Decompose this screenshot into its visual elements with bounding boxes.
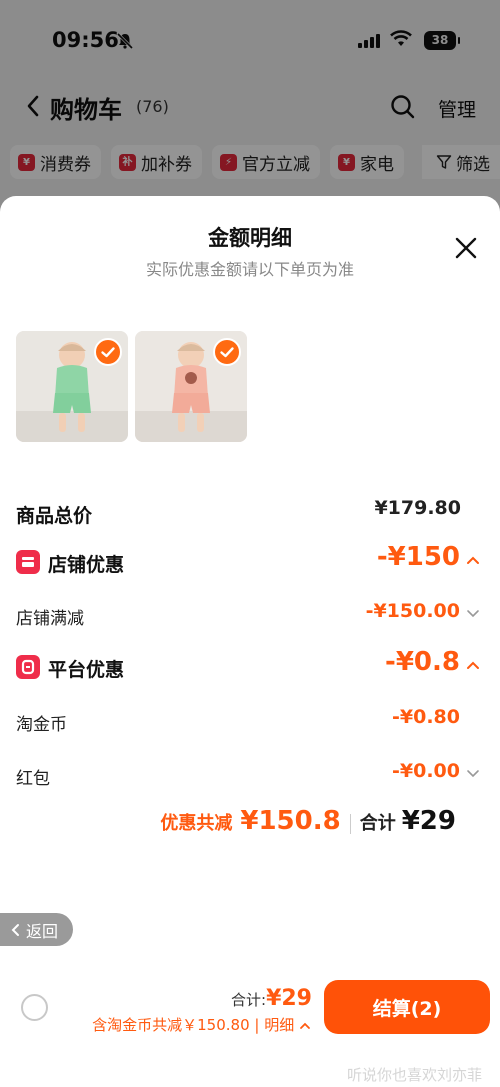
close-icon[interactable] bbox=[454, 236, 478, 260]
store-full-reduce-label: 店铺满减 bbox=[16, 609, 84, 629]
platform-discount-value: -¥0.8 bbox=[385, 647, 460, 677]
product-thumbnail[interactable] bbox=[135, 331, 247, 442]
chevron-up-icon bbox=[300, 1022, 310, 1029]
platform-discount-label: 平台优惠 bbox=[48, 659, 125, 681]
red-packet-label: 红包 bbox=[16, 769, 50, 789]
chevron-up-icon bbox=[467, 661, 479, 669]
red-packet-value: -¥0.00 bbox=[392, 760, 460, 782]
checkout-button[interactable]: 结算(2) bbox=[324, 980, 490, 1034]
back-label: 返回 bbox=[26, 921, 59, 941]
checked-icon bbox=[213, 338, 241, 366]
checkout-bar: 合计: ¥29 含淘金币共减￥150.80 | 明细 结算(2) 听说你也喜欢刘… bbox=[0, 956, 500, 1087]
savings-text: 含淘金币共减￥150.80 | 明细 bbox=[92, 1016, 295, 1034]
chevron-up-icon bbox=[467, 556, 479, 564]
store-icon bbox=[16, 550, 40, 574]
store-discount-row[interactable]: 店铺优惠 -¥150 bbox=[16, 542, 484, 582]
total-value: ¥29 bbox=[401, 806, 456, 836]
store-full-reduce-value: -¥150.00 bbox=[365, 600, 460, 622]
goods-total-value: ¥179.80 bbox=[374, 497, 461, 519]
bottom-total: 合计: ¥29 bbox=[231, 986, 312, 1011]
product-thumbnail[interactable] bbox=[16, 331, 128, 442]
red-packet-row[interactable]: 红包 -¥0.00 bbox=[16, 756, 484, 796]
taojinbi-label: 淘金币 bbox=[16, 715, 67, 735]
summary-line: 优惠共减 ¥150.8 合计 ¥29 bbox=[160, 806, 456, 842]
selected-items bbox=[16, 331, 247, 442]
sheet-subtitle: 实际优惠金额请以下单页为准 bbox=[145, 260, 354, 279]
checked-icon bbox=[94, 338, 122, 366]
back-pill-button[interactable]: 返回 bbox=[0, 913, 73, 946]
chevron-left-icon bbox=[11, 923, 19, 936]
store-full-reduce-row[interactable]: 店铺满减 -¥150.00 bbox=[16, 596, 484, 636]
savings-detail-link[interactable]: 含淘金币共减￥150.80 | 明细 bbox=[92, 1014, 311, 1035]
platform-discount-row[interactable]: 平台优惠 -¥0.8 bbox=[16, 647, 484, 687]
bottom-total-value: ¥29 bbox=[266, 986, 312, 1011]
store-discount-label: 店铺优惠 bbox=[48, 554, 125, 576]
watermark: 听说你也喜欢刘亦菲 bbox=[346, 1066, 482, 1084]
total-discount-value: ¥150.8 bbox=[240, 806, 341, 836]
taojinbi-row: 淘金币 -¥0.80 bbox=[16, 702, 484, 742]
sheet-title: 金额明细 bbox=[208, 226, 292, 250]
taojinbi-value: -¥0.80 bbox=[392, 706, 460, 728]
bottom-total-label: 合计: bbox=[231, 991, 267, 1009]
total-label: 合计 bbox=[359, 813, 396, 834]
goods-total-row: 商品总价 ¥179.80 bbox=[16, 493, 484, 533]
platform-icon bbox=[16, 655, 40, 679]
divider bbox=[349, 814, 351, 834]
total-discount-label: 优惠共减 bbox=[160, 813, 233, 834]
store-discount-value: -¥150 bbox=[376, 542, 460, 572]
amount-detail-sheet: 金额明细 实际优惠金额请以下单页为准 商品总价 ¥179.80 店铺优惠 -¥1… bbox=[0, 196, 500, 1087]
select-all-checkbox[interactable] bbox=[21, 994, 48, 1021]
chevron-down-icon bbox=[467, 610, 479, 618]
goods-total-label: 商品总价 bbox=[16, 505, 93, 527]
chevron-down-icon bbox=[467, 770, 479, 778]
